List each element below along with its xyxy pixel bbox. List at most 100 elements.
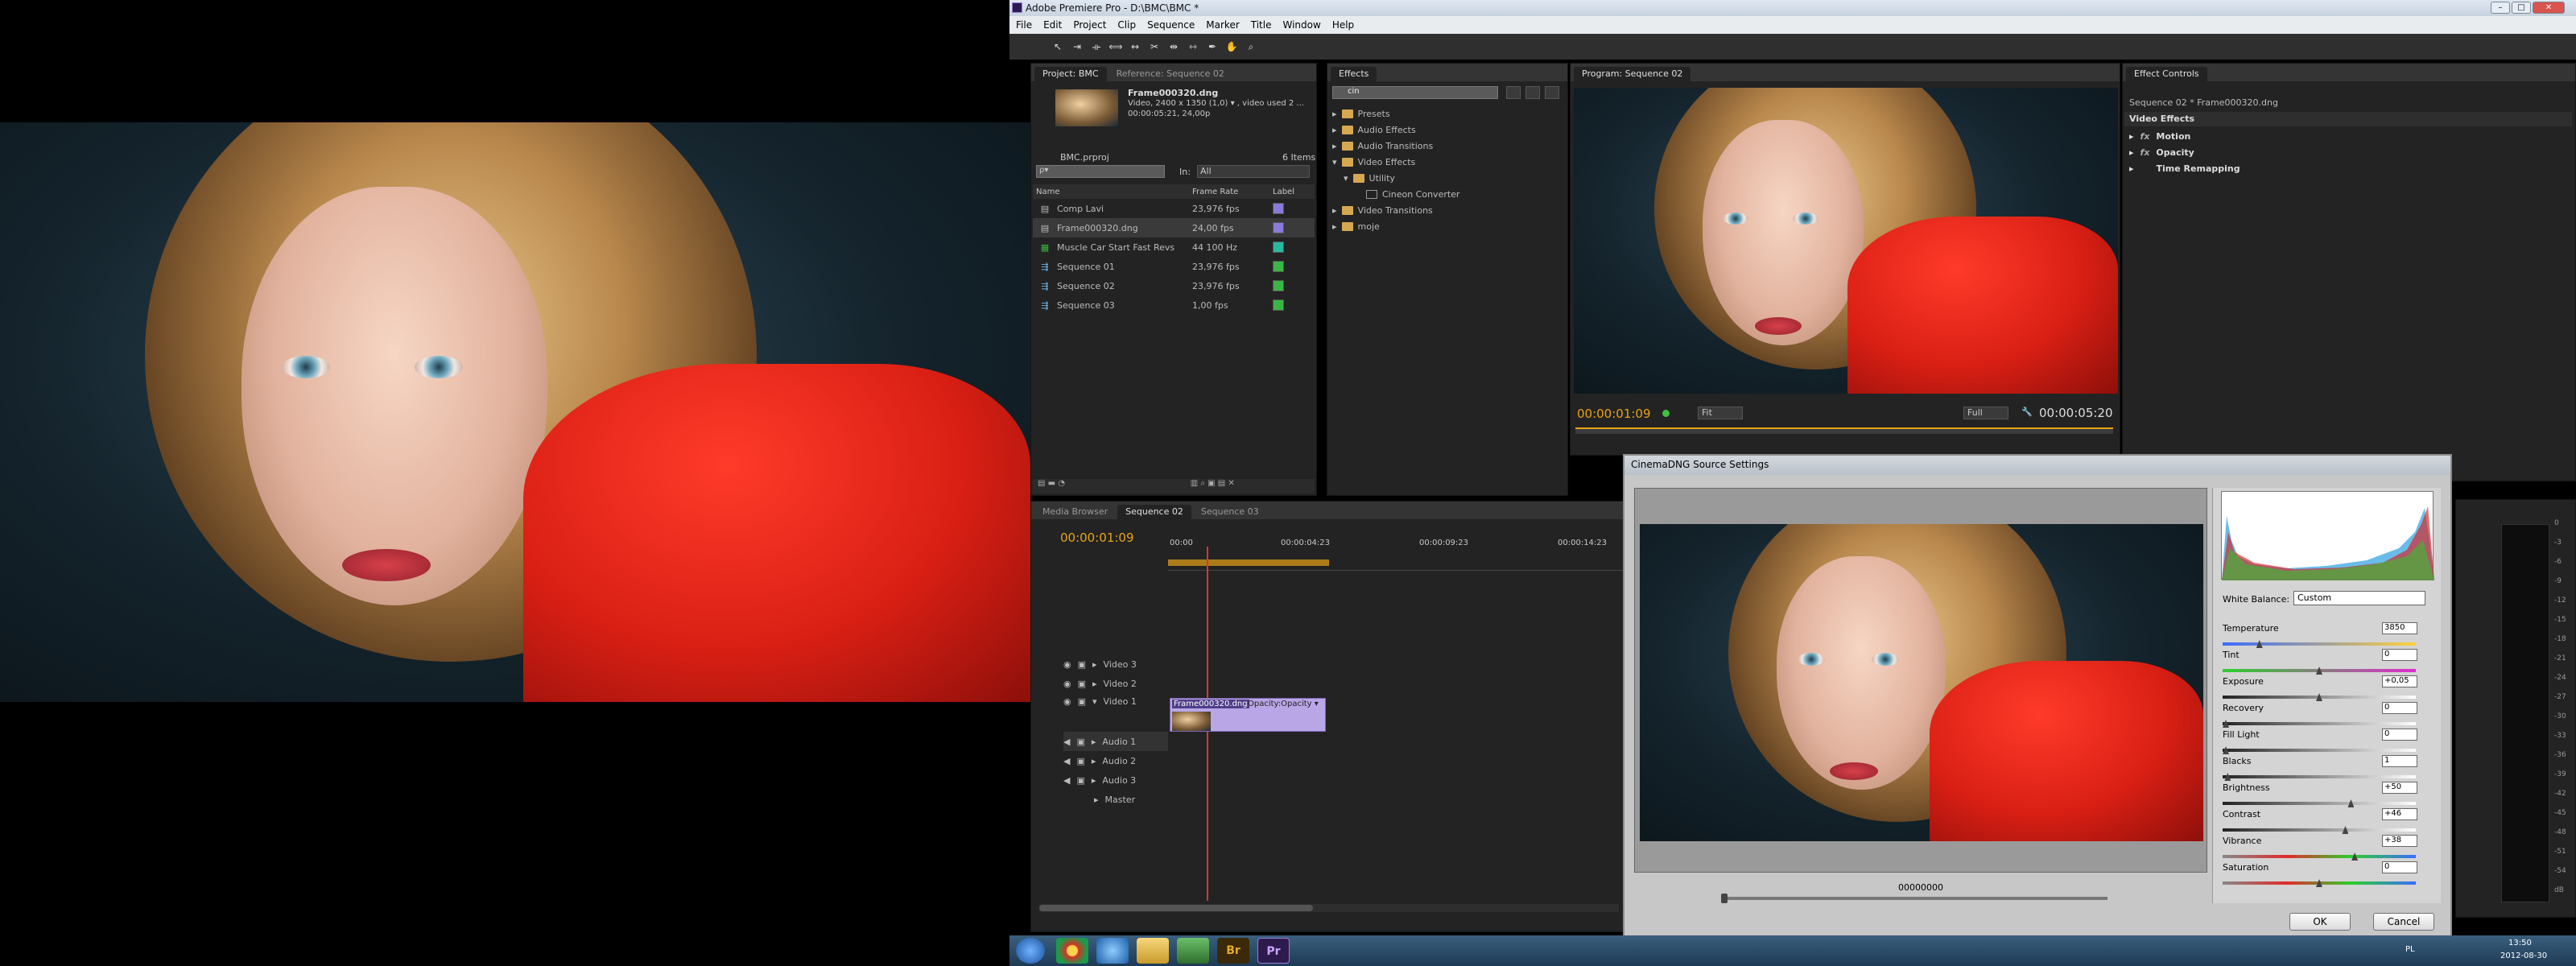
hand-tool-icon[interactable]: ✋ [1224, 39, 1240, 55]
clip-opacity-label[interactable]: Opacity:Opacity ▾ [1248, 700, 1319, 708]
expand-icon[interactable]: ▸ [1332, 221, 1337, 232]
selection-tool-icon[interactable]: ↖ [1050, 39, 1066, 55]
expand-icon[interactable]: ▸ [1092, 659, 1097, 670]
rate-stretch-tool-icon[interactable]: ↔ [1127, 39, 1143, 55]
timeline-scrollbar[interactable] [1039, 904, 1619, 912]
project-search-input[interactable]: ρ▾ [1036, 165, 1165, 178]
eye-icon[interactable]: ◉ [1063, 659, 1071, 670]
slider-temperature[interactable]: Temperature 3850 [2223, 622, 2417, 648]
slider-track[interactable] [2223, 802, 2416, 805]
menu-clip[interactable]: Clip [1117, 19, 1136, 31]
slider-value-field[interactable]: 0 [2382, 649, 2417, 661]
tab-program[interactable]: Program: Sequence 02 [1574, 67, 1691, 81]
lock-icon[interactable]: ▣ [1078, 696, 1086, 707]
maximize-button[interactable]: □ [2512, 2, 2531, 14]
slider-value-field[interactable]: +38 [2382, 835, 2417, 847]
slider-value-field[interactable]: +46 [2382, 808, 2417, 820]
label-swatch[interactable] [1273, 242, 1284, 253]
speaker-icon[interactable]: ◀ [1063, 775, 1070, 786]
expand-icon[interactable]: ▸ [1332, 109, 1337, 119]
tree-moje[interactable]: ▸ moje [1332, 218, 1566, 234]
menu-edit[interactable]: Edit [1043, 19, 1062, 31]
tree-audio-effects[interactable]: ▸ Audio Effects [1332, 122, 1566, 138]
lock-icon[interactable]: ▣ [1078, 679, 1086, 689]
premiere-icon[interactable]: Pr [1257, 938, 1290, 964]
slider-value-field[interactable]: 0 [2382, 861, 2417, 873]
column-name[interactable]: Name [1033, 188, 1192, 196]
expand-icon[interactable]: ▸ [1092, 737, 1096, 747]
slider-track[interactable] [2223, 855, 2416, 858]
work-area-bar[interactable] [1168, 559, 1329, 566]
tree-video-transitions[interactable]: ▸ Video Transitions [1332, 202, 1566, 218]
minimize-button[interactable]: – [2491, 2, 2510, 14]
settings-wrench-icon[interactable]: 🔧 [2021, 407, 2033, 417]
slider-exposure[interactable]: Exposure +0,05 [2223, 675, 2417, 701]
label-swatch[interactable] [1273, 299, 1284, 311]
menu-project[interactable]: Project [1073, 19, 1106, 31]
effects-search-input[interactable]: cin [1332, 86, 1498, 99]
menu-title[interactable]: Title [1251, 19, 1272, 31]
tree-video-effects[interactable]: ▾ Video Effects [1332, 154, 1566, 170]
expand-icon[interactable]: ▸ [1092, 679, 1097, 689]
expand-icon[interactable]: ▸ [1094, 795, 1099, 805]
accelerated-effects-icon[interactable] [1525, 86, 1540, 99]
frame-scrubber[interactable] [1721, 894, 2107, 903]
menu-help[interactable]: Help [1332, 19, 1354, 31]
menu-sequence[interactable]: Sequence [1147, 19, 1195, 31]
project-item[interactable]: ▤ Comp Lavi 23,976 fps [1033, 199, 1315, 218]
fx-icon[interactable]: fx [2140, 147, 2150, 158]
rolling-edit-tool-icon[interactable]: ⟺ [1108, 39, 1124, 55]
project-item[interactable]: ▦ Muscle Car Start Fast Revs 44 100 Hz [1033, 237, 1315, 257]
slider-brightness[interactable]: Brightness +50 [2223, 782, 2417, 807]
ok-button[interactable]: OK [2289, 913, 2351, 931]
lock-icon[interactable]: ▣ [1076, 756, 1084, 766]
expand-icon[interactable]: ▸ [2129, 147, 2134, 158]
project-item[interactable]: ⇶ Sequence 02 23,976 fps [1033, 276, 1315, 295]
ec-opacity[interactable]: ▸ fx Opacity [2129, 144, 2564, 160]
slider-value-field[interactable]: 3850 [2382, 622, 2417, 634]
timeline-clip[interactable]: Frame000320.dng Opacity:Opacity ▾ [1170, 698, 1326, 732]
slider-track[interactable] [2223, 642, 2416, 646]
close-window-button[interactable]: ✕ [2533, 2, 2565, 14]
tree-cineon-converter[interactable]: Cineon Converter [1332, 186, 1566, 202]
zoom-fit-dropdown[interactable]: Fit [1698, 407, 1743, 419]
project-item[interactable]: ▤ Frame000320.dng 24,00 fps [1033, 218, 1315, 237]
track-video-2[interactable]: ◉ ▣ ▸ Video 2 [1063, 674, 1168, 693]
slider-tint[interactable]: Tint 0 [2223, 649, 2417, 675]
menu-marker[interactable]: Marker [1206, 19, 1239, 31]
language-indicator[interactable]: PL [2405, 945, 2415, 954]
lock-icon[interactable]: ▣ [1076, 737, 1084, 747]
tab-reference[interactable]: Reference: Sequence 02 [1108, 67, 1232, 81]
label-swatch[interactable] [1273, 280, 1284, 291]
white-balance-dropdown[interactable]: Custom [2293, 591, 2425, 605]
start-button-icon[interactable] [1016, 938, 1045, 964]
tree-utility[interactable]: ▾ Utility [1332, 170, 1566, 186]
chrome-icon[interactable] [1056, 938, 1088, 964]
speaker-icon[interactable]: ◀ [1063, 737, 1070, 747]
track-master[interactable]: ▸ Master [1063, 790, 1168, 809]
tab-sequence-03[interactable]: Sequence 03 [1193, 505, 1267, 519]
cancel-button[interactable]: Cancel [2373, 913, 2434, 931]
tab-effect-controls[interactable]: Effect Controls [2126, 67, 2207, 81]
slider-value-field[interactable]: 1 [2382, 755, 2417, 767]
expand-icon[interactable]: ▸ [1092, 775, 1096, 786]
collapse-icon[interactable]: ▾ [1332, 157, 1337, 167]
new-bin-icon[interactable] [1506, 86, 1521, 99]
clock-time[interactable]: 13:50 [2508, 939, 2532, 947]
tab-project[interactable]: Project: BMC [1034, 67, 1107, 81]
slider-value-field[interactable]: 0 [2382, 702, 2417, 714]
slider-value-field[interactable]: +0,05 [2382, 675, 2417, 687]
razor-tool-icon[interactable]: ✂ [1146, 39, 1162, 55]
track-audio-3[interactable]: ◀ ▣ ▸ Audio 3 [1063, 770, 1168, 790]
track-video-1[interactable]: ◉ ▣ ▾ Video 1 [1063, 693, 1168, 732]
ec-motion[interactable]: ▸ fx Motion [2129, 128, 2564, 144]
column-label[interactable]: Label [1273, 188, 1294, 196]
expand-icon[interactable]: ▸ [1332, 141, 1337, 151]
yuv-effects-icon[interactable] [1545, 86, 1559, 99]
fx-icon[interactable]: fx [2140, 131, 2150, 142]
slider-blacks[interactable]: Blacks 1 [2223, 755, 2417, 781]
ripple-edit-tool-icon[interactable]: ⟛ [1088, 39, 1104, 55]
slider-track[interactable] [2223, 722, 2416, 725]
track-select-tool-icon[interactable]: ⇥ [1069, 39, 1085, 55]
label-swatch[interactable] [1273, 222, 1284, 233]
